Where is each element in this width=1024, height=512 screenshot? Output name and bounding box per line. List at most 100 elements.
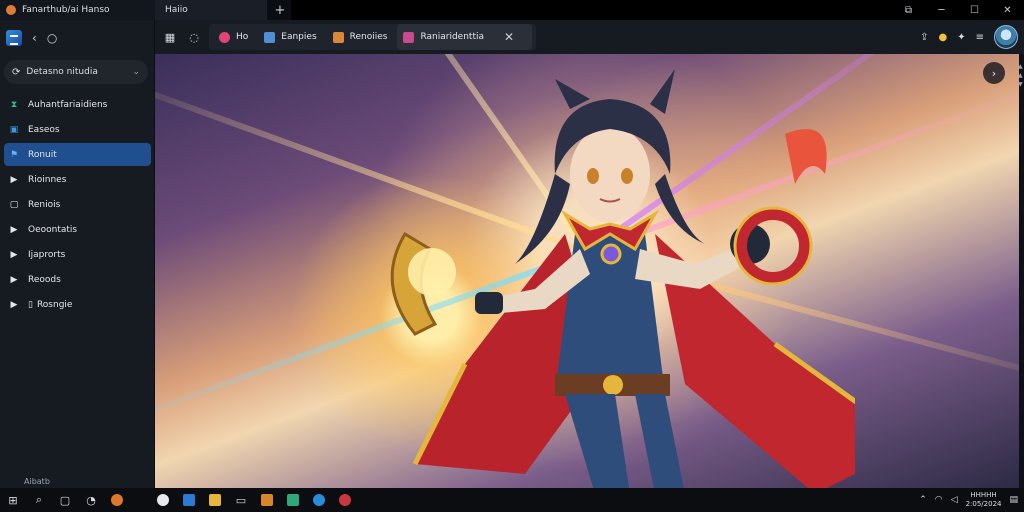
toolbar-right: ⇪ ● ✦ ≡: [920, 20, 1018, 54]
sidebar: ‹ ○ ⟳ Detasno nitudia ⌄ ⧗ Auhantfariaidi…: [0, 20, 155, 488]
app-badge: [209, 494, 221, 506]
scroll-up-icon[interactable]: ▲ ▲ ▼: [1018, 62, 1023, 89]
sidebar-item-7[interactable]: ▶ Reoods: [4, 268, 151, 291]
search-icon[interactable]: ⌕: [26, 488, 52, 512]
window-tab[interactable]: Haiio: [155, 0, 267, 20]
sidebar-item-label: Oeoontatis: [28, 224, 78, 235]
title-bar: Fanarthub/ai Hanso Haiio +: [0, 0, 1024, 20]
window-tab-label: Haiio: [165, 5, 188, 15]
tab-3[interactable]: Raniaridenttia ✕: [397, 24, 533, 50]
app-title-tab[interactable]: Fanarthub/ai Hanso: [0, 0, 155, 20]
sidebar-search-label: Detasno nitudia: [26, 67, 98, 77]
sidebar-search[interactable]: ⟳ Detasno nitudia ⌄: [4, 60, 148, 84]
volume-icon[interactable]: ◁: [951, 495, 958, 505]
app-badge: [183, 494, 195, 506]
app-logo-icon: [6, 5, 16, 15]
monitor-icon[interactable]: ▭: [228, 488, 254, 512]
flag-icon: ⚑: [9, 149, 19, 160]
minimize-icon[interactable]: ─: [925, 5, 958, 16]
paint-icon[interactable]: [254, 488, 280, 512]
sidebar-item-5[interactable]: ▶ Oeoontatis: [4, 218, 151, 241]
sidebar-item-label: Reoods: [28, 274, 61, 285]
record-icon[interactable]: [332, 488, 358, 512]
sidebar-item-2[interactable]: ⚑ Ronuit: [4, 143, 151, 166]
clock-time: HHHHH: [970, 491, 997, 499]
sidebar-item-8[interactable]: ▶ ▯ Rosngie: [4, 293, 151, 316]
tab-1[interactable]: Eanpies: [258, 24, 326, 50]
maximize-icon[interactable]: ☐: [958, 5, 991, 16]
scrollbar[interactable]: [1019, 54, 1024, 488]
start-icon[interactable]: ⊞: [0, 488, 26, 512]
share-icon[interactable]: ⇪: [920, 32, 928, 43]
taskbar: ⊞ ⌕ ▢ ◔ ▭ ⌃ ◠ ◁ HHHHH 2:05/2024 ▤: [0, 488, 1024, 512]
wifi-icon[interactable]: ◠: [935, 495, 943, 505]
sidebar-item-3[interactable]: ▶ Rioinnes: [4, 168, 151, 191]
tab-label: Eanpies: [281, 32, 317, 42]
app-title: Fanarthub/ai Hanso: [22, 5, 110, 15]
tab-2[interactable]: Renoiies: [327, 24, 398, 50]
app-badge: [313, 494, 325, 506]
clock-date: 2:05/2024: [965, 500, 1002, 508]
tab-file-icon: [403, 31, 415, 43]
task-view-icon[interactable]: ▢: [52, 488, 78, 512]
clock[interactable]: HHHHH 2:05/2024: [966, 491, 1002, 509]
chevron-right-icon: ▶: [10, 174, 18, 185]
refresh-icon: ⟳: [12, 66, 21, 78]
tab-0[interactable]: Ho: [213, 24, 258, 50]
chevron-right-icon: ▶: [10, 224, 18, 235]
chevron-right-icon: ▶: [10, 299, 18, 310]
widgets-icon[interactable]: ◔: [78, 488, 104, 512]
image-icon: ▣: [9, 124, 19, 135]
people-icon: ⧗: [10, 99, 18, 110]
grid-view-icon[interactable]: ▦: [161, 31, 179, 44]
notification-icon[interactable]: ▤: [1009, 495, 1018, 505]
brand-logo-icon[interactable]: [6, 30, 22, 46]
sparkle-icon[interactable]: ✦: [957, 32, 965, 43]
folder-icon: ▢: [9, 199, 19, 210]
anime-heroine-figure: [390, 69, 855, 488]
sidebar-item-6[interactable]: ▶ Ijaprorts: [4, 243, 151, 266]
chrome-icon[interactable]: [150, 488, 176, 512]
tab-label: Raniaridenttia: [420, 32, 484, 42]
chevron-down-icon[interactable]: ⌄: [132, 67, 140, 77]
fox-app-icon[interactable]: [104, 488, 130, 512]
sidebar-item-1[interactable]: ▣ Easeos: [4, 118, 151, 141]
pin-icon[interactable]: ⧉: [892, 5, 925, 16]
plus-icon[interactable]: +: [269, 3, 291, 18]
app-badge: [287, 494, 299, 506]
edge-icon[interactable]: [306, 488, 332, 512]
search-icon[interactable]: ○: [47, 31, 57, 45]
more-icon[interactable]: ≡: [976, 32, 984, 43]
sidebar-item-label: Ronuit: [28, 149, 57, 160]
sidebar-item-4[interactable]: ▢ Reniois: [4, 193, 151, 216]
comment-icon[interactable]: ◌: [185, 31, 203, 44]
bell-icon[interactable]: ●: [938, 32, 947, 43]
chevron-right-icon: ▶: [10, 249, 18, 260]
sidebar-footer-label[interactable]: Aibatb: [24, 477, 50, 486]
close-icon[interactable]: ✕: [991, 5, 1024, 16]
tab-file-icon: [219, 31, 230, 43]
app-badge: [157, 494, 169, 506]
chevron-up-icon[interactable]: ⌃: [919, 495, 927, 505]
sidebar-item-label: Rioinnes: [28, 174, 67, 185]
tab-label: Renoiies: [349, 32, 388, 42]
sidebar-item-label: Ijaprorts: [28, 249, 66, 260]
window-controls: ⧉ ─ ☐ ✕: [892, 0, 1024, 20]
sidebar-item-label: Rosngie: [36, 299, 73, 310]
store-icon[interactable]: [176, 488, 202, 512]
sidebar-item-label: Reniois: [28, 199, 61, 210]
sidebar-item-label: Easeos: [28, 124, 60, 135]
close-icon[interactable]: ✕: [490, 30, 522, 44]
avatar[interactable]: [994, 25, 1018, 49]
app-badge: [111, 494, 123, 506]
sidebar-item-0[interactable]: ⧗ Auhantfariaidiens: [4, 93, 151, 116]
next-image-button[interactable]: ›: [983, 62, 1005, 84]
sidebar-header: ‹ ○: [0, 20, 154, 56]
explorer-icon[interactable]: [202, 488, 228, 512]
shield-icon[interactable]: [280, 488, 306, 512]
system-tray: ⌃ ◠ ◁ HHHHH 2:05/2024 ▤: [919, 488, 1018, 512]
app-badge: [261, 494, 273, 506]
back-icon[interactable]: ‹: [32, 31, 37, 45]
artwork-viewer: ›: [155, 54, 1019, 488]
sidebar-nav: ⧗ Auhantfariaidiens ▣ Easeos ⚑ Ronuit ▶ …: [0, 92, 155, 318]
